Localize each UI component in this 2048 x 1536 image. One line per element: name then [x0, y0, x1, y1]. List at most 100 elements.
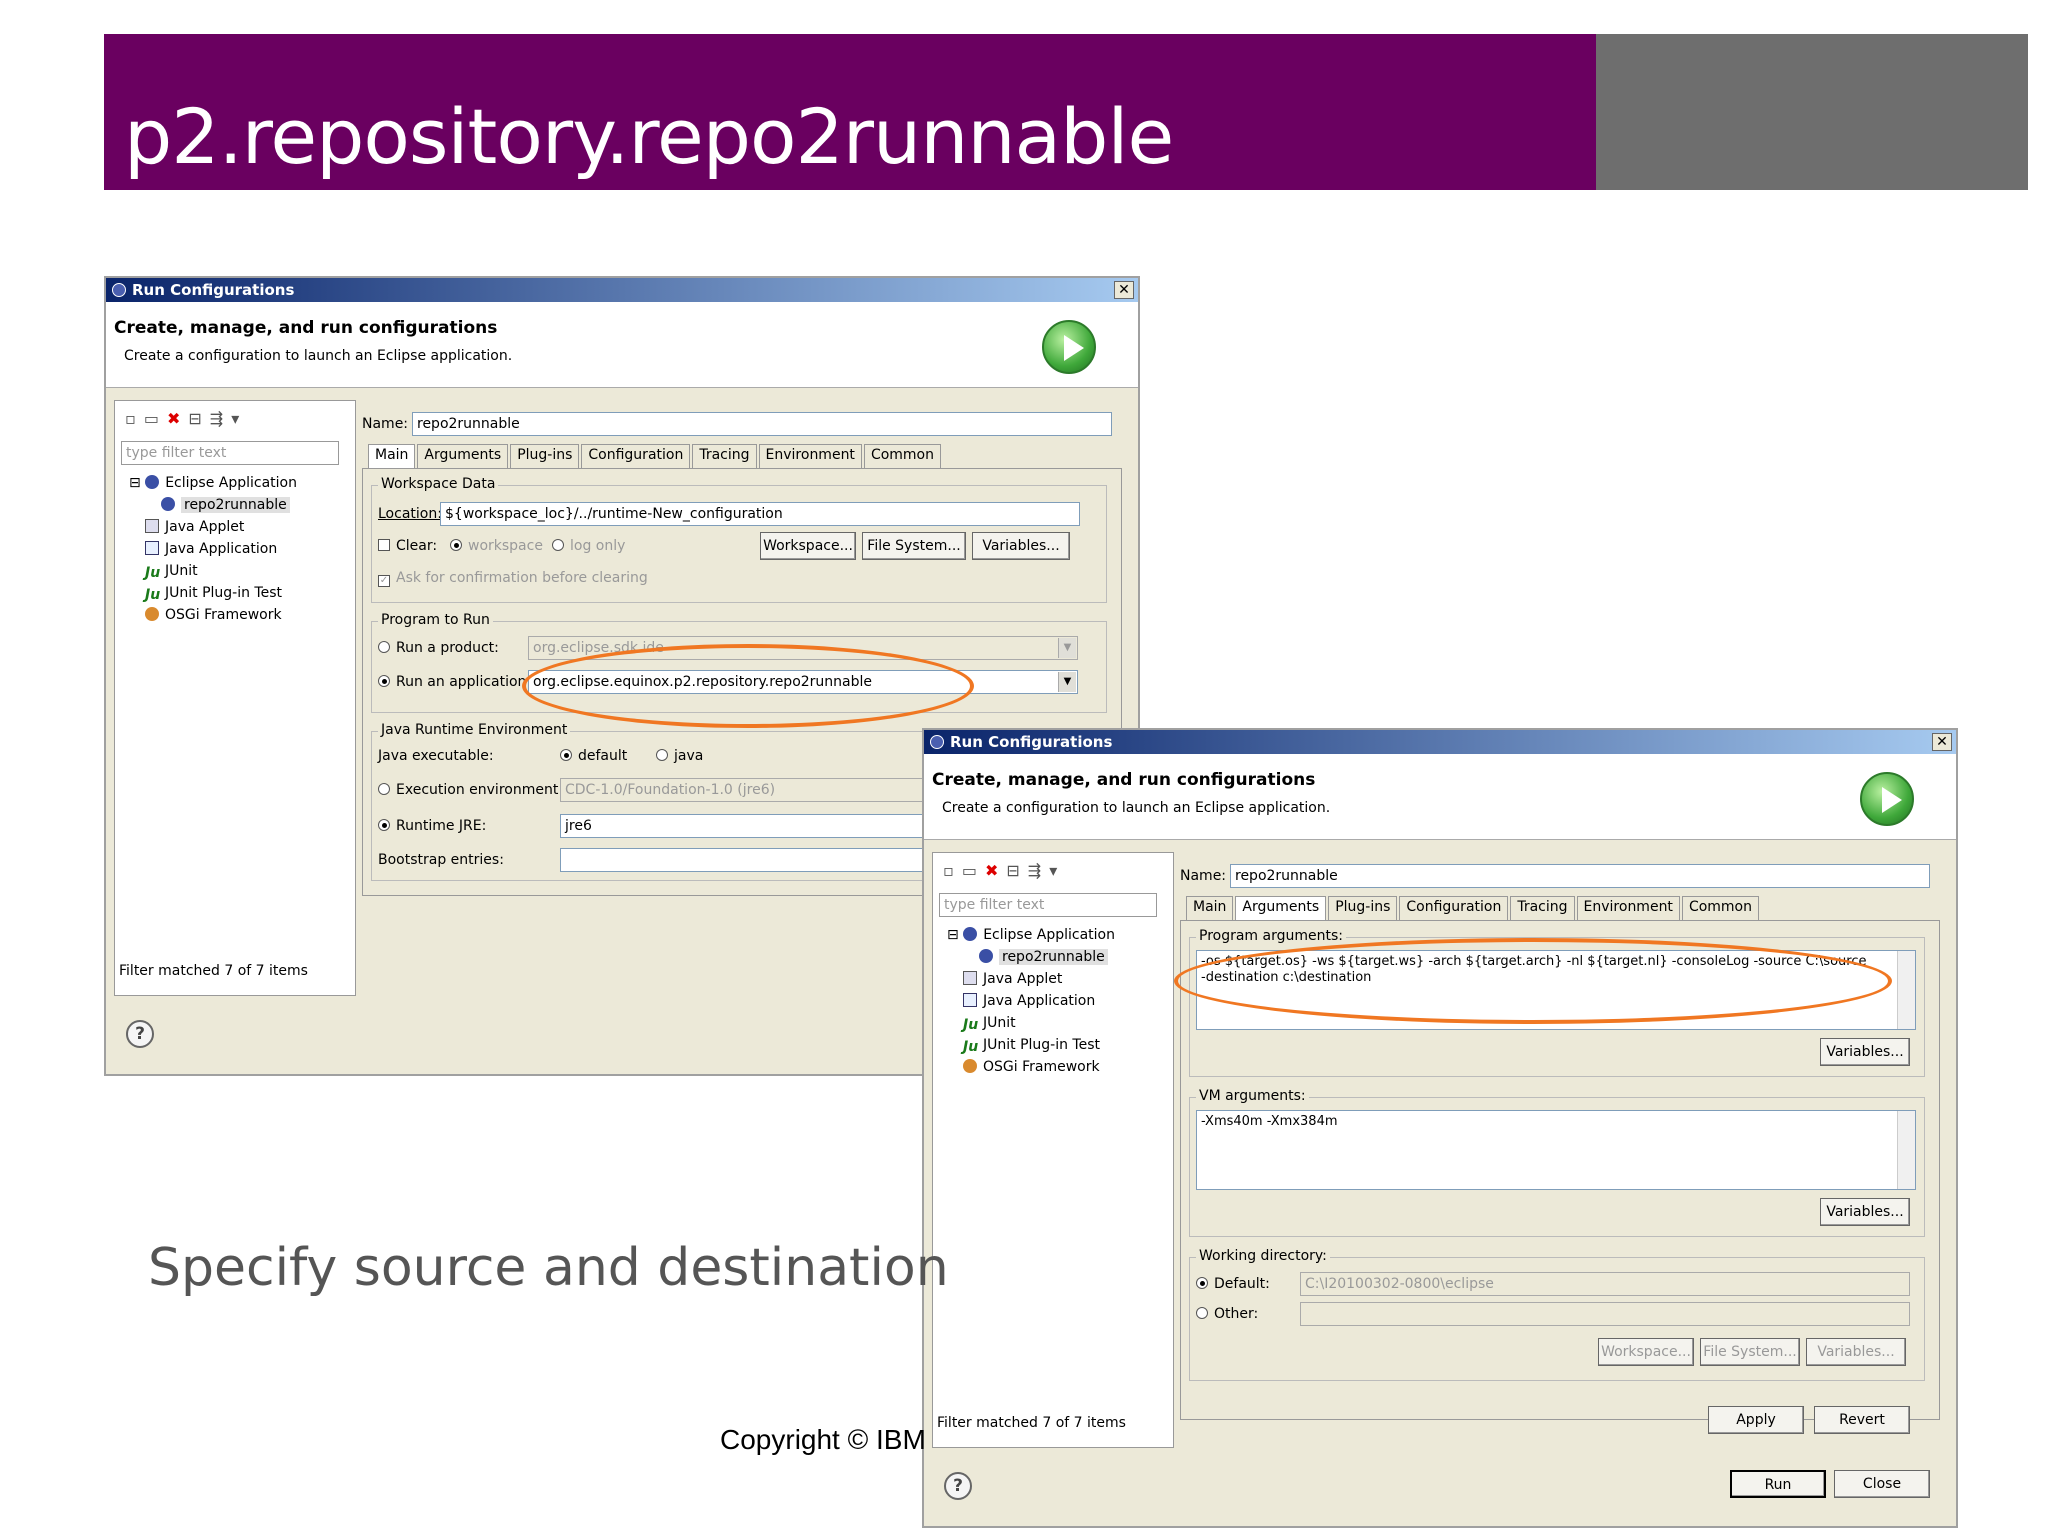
tree-item-eclipse-app[interactable]: ⊟ Eclipse Application: [947, 927, 1115, 943]
help-icon[interactable]: ?: [126, 1020, 154, 1048]
chevron-down-icon[interactable]: ▼: [1058, 638, 1076, 658]
tab-arguments[interactable]: Arguments: [1235, 896, 1327, 920]
file-system-button[interactable]: File System...: [862, 532, 966, 560]
eclipse-app-icon: [963, 927, 978, 941]
tab-configuration[interactable]: Configuration: [581, 444, 691, 468]
apply-button[interactable]: Apply: [1708, 1406, 1804, 1434]
java-app-icon: [145, 541, 159, 555]
tree-item-junit-plugin[interactable]: Ju JUnit Plug-in Test: [145, 585, 282, 603]
junit-plugin-icon: Ju: [963, 1039, 979, 1055]
tree-item-osgi[interactable]: OSGi Framework: [145, 607, 282, 623]
clear-checkbox[interactable]: Clear:: [378, 538, 437, 554]
tree-item-eclipse-app[interactable]: ⊟ Eclipse Application: [129, 475, 297, 491]
chevron-down-icon[interactable]: ▾: [231, 409, 247, 428]
osgi-icon: [963, 1059, 977, 1073]
program-variables-button[interactable]: Variables...: [1820, 1038, 1910, 1066]
close-button[interactable]: Close: [1834, 1470, 1930, 1498]
name-field[interactable]: repo2runnable: [412, 412, 1112, 436]
name-label: Name:: [1180, 868, 1227, 884]
vm-args-textarea[interactable]: -Xms40m -Xmx384m: [1196, 1110, 1916, 1190]
help-icon[interactable]: ?: [944, 1472, 972, 1500]
highlight-oval-application: [522, 644, 974, 728]
default-radio[interactable]: default: [560, 748, 627, 764]
name-field[interactable]: repo2runnable: [1230, 864, 1930, 888]
filter-status: Filter matched 7 of 7 items: [937, 1415, 1126, 1431]
chevron-down-icon[interactable]: ▾: [1049, 861, 1065, 880]
tab-configuration[interactable]: Configuration: [1399, 896, 1509, 920]
highlight-oval-arguments: [1174, 938, 1892, 1024]
collapse-icon[interactable]: ⊟: [1006, 861, 1027, 880]
tab-common[interactable]: Common: [863, 444, 941, 468]
clear-log-radio[interactable]: log only: [552, 538, 625, 554]
tab-main[interactable]: Main: [368, 444, 416, 468]
tree-item-junit-plugin[interactable]: Ju JUnit Plug-in Test: [963, 1037, 1100, 1055]
tab-main[interactable]: Main: [1186, 896, 1234, 920]
dialog-title: Run Configurations: [132, 281, 295, 299]
other-dir-radio[interactable]: Other:: [1196, 1306, 1258, 1322]
java-exec-label: Java executable:: [378, 748, 494, 764]
run-product-radio[interactable]: Run a product:: [378, 640, 499, 656]
workspace-button[interactable]: Workspace...: [760, 532, 856, 560]
filter-icon[interactable]: ⇶: [1028, 861, 1049, 880]
ask-confirm-checkbox[interactable]: ✓ Ask for confirmation before clearing: [378, 570, 648, 587]
clear-workspace-radio[interactable]: workspace: [450, 538, 543, 554]
exec-env-radio[interactable]: Execution environment:: [378, 782, 563, 798]
chevron-down-icon[interactable]: ▼: [1058, 672, 1076, 692]
tree-item-repo2runnable[interactable]: repo2runnable: [979, 949, 1108, 965]
junit-icon: Ju: [963, 1017, 979, 1033]
variables-button[interactable]: Variables...: [972, 532, 1070, 560]
tab-environment[interactable]: Environment: [758, 444, 862, 468]
duplicate-icon[interactable]: ▭: [962, 861, 985, 880]
tab-plugins[interactable]: Plug-ins: [510, 444, 580, 468]
tree-item-repo2runnable[interactable]: repo2runnable: [161, 497, 290, 513]
default-dir-radio[interactable]: Default:: [1196, 1276, 1270, 1292]
delete-icon[interactable]: ✖: [985, 861, 1006, 880]
tree-item-java-app[interactable]: Java Application: [145, 541, 277, 557]
copyright-text: Copyright © IBM: [720, 1424, 926, 1455]
run-application-radio[interactable]: Run an application:: [378, 674, 531, 690]
launch-config-icon: [161, 497, 175, 511]
tab-environment[interactable]: Environment: [1576, 896, 1680, 920]
tree-item-java-app[interactable]: Java Application: [963, 993, 1095, 1009]
tree-item-java-applet[interactable]: Java Applet: [963, 971, 1062, 987]
collapse-icon[interactable]: ⊟: [188, 409, 209, 428]
eclipse-icon: [930, 735, 944, 749]
duplicate-icon[interactable]: ▭: [144, 409, 167, 428]
tab-common[interactable]: Common: [1681, 896, 1759, 920]
runtime-jre-radio[interactable]: Runtime JRE:: [378, 818, 486, 834]
filter-input[interactable]: type filter text: [121, 441, 339, 465]
new-config-icon[interactable]: ▫: [943, 861, 962, 880]
run-icon: [1042, 320, 1096, 374]
java-radio[interactable]: java: [656, 748, 703, 764]
new-config-icon[interactable]: ▫: [125, 409, 144, 428]
name-label: Name:: [362, 416, 409, 432]
file-system-button[interactable]: File System...: [1700, 1338, 1800, 1366]
run-icon: [1860, 772, 1914, 826]
slide-title: p2.repository.repo2runnable: [124, 92, 1174, 181]
tab-tracing[interactable]: Tracing: [1510, 896, 1575, 920]
scrollbar[interactable]: [1897, 951, 1915, 1029]
workspace-button[interactable]: Workspace...: [1598, 1338, 1694, 1366]
scrollbar[interactable]: [1897, 1111, 1915, 1189]
close-icon[interactable]: ✕: [1114, 281, 1134, 299]
tree-item-java-applet[interactable]: Java Applet: [145, 519, 244, 535]
dialog-title: Run Configurations: [950, 733, 1113, 751]
delete-icon[interactable]: ✖: [167, 409, 188, 428]
tree-item-junit[interactable]: Ju JUnit: [963, 1015, 1016, 1033]
close-icon[interactable]: ✕: [1932, 733, 1952, 751]
tree-item-osgi[interactable]: OSGi Framework: [963, 1059, 1100, 1075]
run-button[interactable]: Run: [1730, 1470, 1826, 1498]
wd-variables-button[interactable]: Variables...: [1806, 1338, 1906, 1366]
vm-variables-button[interactable]: Variables...: [1820, 1198, 1910, 1226]
revert-button[interactable]: Revert: [1814, 1406, 1910, 1434]
workspace-data-group: Workspace Data Location: ${workspace_loc…: [371, 476, 1107, 603]
tree-item-junit[interactable]: Ju JUnit: [145, 563, 198, 581]
other-dir-field[interactable]: [1300, 1302, 1910, 1326]
tab-plugins[interactable]: Plug-ins: [1328, 896, 1398, 920]
tab-tracing[interactable]: Tracing: [692, 444, 757, 468]
filter-input[interactable]: type filter text: [939, 893, 1157, 917]
location-field[interactable]: ${workspace_loc}/../runtime-New_configur…: [440, 502, 1080, 526]
filter-icon[interactable]: ⇶: [210, 409, 231, 428]
header-title: Create, manage, and run configurations: [932, 770, 1316, 790]
tab-arguments[interactable]: Arguments: [417, 444, 509, 468]
